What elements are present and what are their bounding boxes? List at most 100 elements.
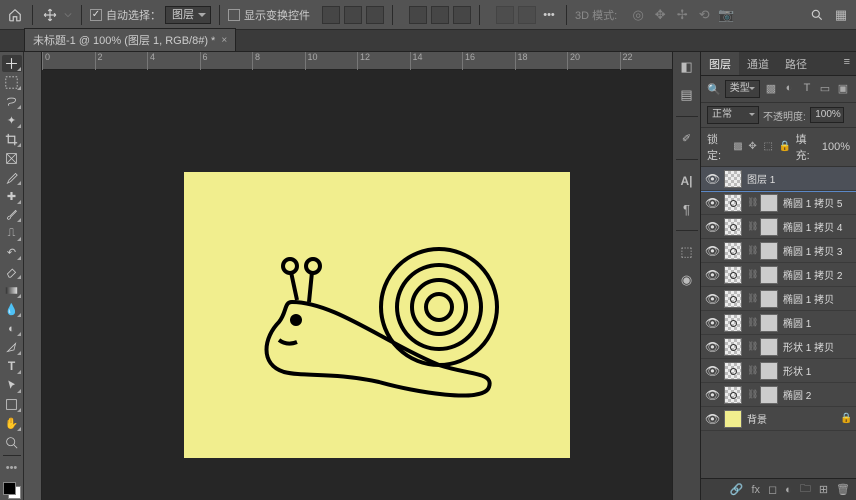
- vector-mask-thumbnail[interactable]: [760, 314, 778, 332]
- shape-tool[interactable]: [2, 396, 22, 413]
- vector-mask-link-icon[interactable]: ⛓: [747, 365, 755, 376]
- gradient-tool[interactable]: [2, 282, 22, 299]
- 3d-pan-icon[interactable]: ✢: [673, 6, 691, 24]
- healing-tool[interactable]: ✚: [2, 188, 22, 205]
- visibility-toggle-icon[interactable]: 👁: [705, 316, 719, 330]
- canvas-area[interactable]: 0246810121416182022: [24, 52, 672, 500]
- filter-smart-icon[interactable]: ▣: [836, 82, 850, 96]
- workspace-icon[interactable]: ▦: [832, 6, 850, 24]
- eyedropper-tool[interactable]: [2, 169, 22, 186]
- layer-thumbnail[interactable]: [724, 338, 742, 356]
- layer-name[interactable]: 椭圆 1 拷贝: [783, 291, 852, 306]
- vector-mask-thumbnail[interactable]: [760, 194, 778, 212]
- home-icon[interactable]: [6, 6, 24, 24]
- vector-mask-link-icon[interactable]: ⛓: [747, 269, 755, 280]
- move-tool[interactable]: [2, 55, 22, 72]
- document-tab[interactable]: 未标题-1 @ 100% (图层 1, RGB/8#) * ×: [24, 28, 236, 51]
- history-brush-tool[interactable]: ↶: [2, 244, 22, 261]
- brush-settings-icon[interactable]: ✐: [678, 129, 696, 147]
- paragraph-panel-icon[interactable]: ¶: [678, 200, 696, 218]
- vector-mask-thumbnail[interactable]: [760, 362, 778, 380]
- move-dropdown-icon[interactable]: [63, 6, 73, 24]
- layer-name[interactable]: 椭圆 1 拷贝 2: [783, 267, 852, 282]
- align-middle-icon[interactable]: [431, 6, 449, 24]
- libraries-icon[interactable]: ⬚: [678, 243, 696, 261]
- tab-layers[interactable]: 图层: [701, 52, 739, 75]
- vector-mask-link-icon[interactable]: ⛓: [747, 245, 755, 256]
- align-center-h-icon[interactable]: [344, 6, 362, 24]
- blend-mode-dropdown[interactable]: 正常: [707, 106, 759, 124]
- panel-menu-icon[interactable]: ≡: [838, 52, 856, 75]
- distribute-v-icon[interactable]: [518, 6, 536, 24]
- layer-name[interactable]: 形状 1: [783, 363, 852, 378]
- align-right-icon[interactable]: [366, 6, 384, 24]
- layer-row[interactable]: 👁⛓椭圆 2: [701, 383, 856, 407]
- layer-name[interactable]: 形状 1 拷贝: [783, 339, 852, 354]
- filter-pixel-icon[interactable]: ▩: [764, 82, 778, 96]
- show-transform-checkbox[interactable]: 显示变换控件: [228, 7, 310, 23]
- lock-pixels-icon[interactable]: ▩: [733, 141, 743, 153]
- layer-fx-icon[interactable]: fx: [751, 484, 760, 496]
- layer-name[interactable]: 椭圆 1: [783, 315, 852, 330]
- filter-search-icon[interactable]: 🔍: [707, 83, 721, 96]
- align-top-icon[interactable]: [409, 6, 427, 24]
- layer-thumbnail[interactable]: [724, 242, 742, 260]
- visibility-toggle-icon[interactable]: 👁: [705, 340, 719, 354]
- pen-tool[interactable]: [2, 339, 22, 356]
- vector-mask-link-icon[interactable]: ⛓: [747, 197, 755, 208]
- new-fill-adjust-icon[interactable]: ◐: [785, 484, 792, 496]
- delete-layer-icon[interactable]: 🗑: [836, 483, 850, 496]
- path-select-tool[interactable]: [2, 377, 22, 394]
- color-panel-icon[interactable]: ◧: [678, 58, 696, 76]
- layer-thumbnail[interactable]: [724, 218, 742, 236]
- adjustments-icon[interactable]: ◉: [678, 271, 696, 289]
- magic-wand-tool[interactable]: ✦: [2, 112, 22, 129]
- visibility-toggle-icon[interactable]: 👁: [705, 388, 719, 402]
- layer-row[interactable]: 👁 图层 1: [701, 167, 856, 191]
- layer-name[interactable]: 图层 1: [747, 171, 852, 186]
- character-panel-icon[interactable]: A|: [678, 172, 696, 190]
- crop-tool[interactable]: [2, 131, 22, 148]
- opacity-input[interactable]: 100%: [810, 107, 844, 123]
- distribute-h-icon[interactable]: [496, 6, 514, 24]
- lock-artboard-icon[interactable]: ⬚: [764, 141, 774, 153]
- visibility-toggle-icon[interactable]: 👁: [705, 172, 719, 186]
- vector-mask-thumbnail[interactable]: [760, 290, 778, 308]
- hand-tool[interactable]: ✋: [2, 415, 22, 432]
- swatches-panel-icon[interactable]: ▤: [678, 86, 696, 104]
- filter-adjust-icon[interactable]: ◐: [782, 82, 796, 96]
- layer-thumbnail[interactable]: [724, 362, 742, 380]
- visibility-toggle-icon[interactable]: 👁: [705, 412, 719, 426]
- visibility-toggle-icon[interactable]: 👁: [705, 196, 719, 210]
- auto-select-target-dropdown[interactable]: 图层: [165, 6, 211, 24]
- layer-thumbnail[interactable]: [724, 170, 742, 188]
- filter-shape-icon[interactable]: ▭: [818, 82, 832, 96]
- vector-mask-thumbnail[interactable]: [760, 218, 778, 236]
- align-bottom-icon[interactable]: [453, 6, 471, 24]
- vector-mask-thumbnail[interactable]: [760, 386, 778, 404]
- layer-row[interactable]: 👁⛓椭圆 1 拷贝 4: [701, 215, 856, 239]
- vector-mask-thumbnail[interactable]: [760, 242, 778, 260]
- vector-mask-link-icon[interactable]: ⛓: [747, 317, 755, 328]
- visibility-toggle-icon[interactable]: 👁: [705, 268, 719, 282]
- layer-row[interactable]: 👁⛓椭圆 1 拷贝: [701, 287, 856, 311]
- layer-thumbnail[interactable]: [724, 266, 742, 284]
- visibility-toggle-icon[interactable]: 👁: [705, 244, 719, 258]
- fill-input[interactable]: 100%: [822, 141, 850, 153]
- 3d-orbit-icon[interactable]: ◎: [629, 6, 647, 24]
- vector-mask-link-icon[interactable]: ⛓: [747, 221, 755, 232]
- lasso-tool[interactable]: [2, 93, 22, 110]
- zoom-tool[interactable]: [2, 434, 22, 451]
- search-icon[interactable]: [808, 6, 826, 24]
- layer-name[interactable]: 背景: [747, 411, 835, 426]
- vector-mask-thumbnail[interactable]: [760, 266, 778, 284]
- layer-row[interactable]: 👁 ⛓ 椭圆 1 拷贝 2: [701, 263, 856, 287]
- layer-name[interactable]: 椭圆 1 拷贝 3: [783, 243, 852, 258]
- close-tab-icon[interactable]: ×: [221, 35, 227, 46]
- dodge-tool[interactable]: ◐: [2, 320, 22, 337]
- tab-paths[interactable]: 路径: [777, 52, 815, 75]
- layer-row[interactable]: 👁⛓椭圆 1 拷贝 5: [701, 191, 856, 215]
- link-layers-icon[interactable]: 🔗: [730, 483, 744, 496]
- edit-toolbar-icon[interactable]: •••: [2, 460, 22, 477]
- layer-thumbnail[interactable]: [724, 194, 742, 212]
